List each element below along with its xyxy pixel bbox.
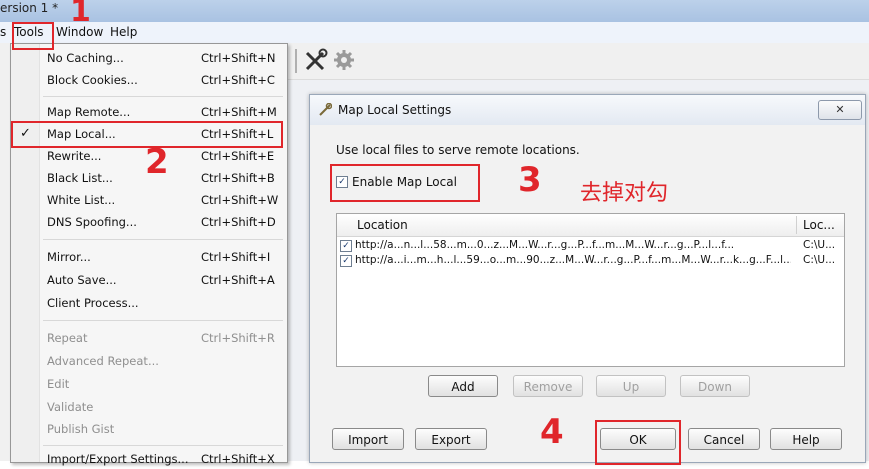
menu-item-label: Block Cookies... bbox=[47, 73, 138, 87]
remove-button[interactable]: Remove bbox=[513, 375, 583, 397]
menu-item-label: Publish Gist bbox=[47, 422, 115, 436]
help-button[interactable]: Help bbox=[770, 428, 842, 450]
table-header: Location Loc... bbox=[337, 214, 844, 237]
menu-separator bbox=[43, 239, 283, 240]
menu-item-label: Rewrite... bbox=[47, 149, 102, 163]
menu-item-label: No Caching... bbox=[47, 51, 124, 65]
window-title-bar: ersion 1 * bbox=[0, 0, 869, 22]
menu-item-auto-save[interactable]: Auto Save... Ctrl+Shift+A bbox=[11, 270, 287, 290]
toolbar bbox=[287, 43, 869, 80]
menu-item-label: Map Remote... bbox=[47, 105, 131, 119]
toolbar-separator bbox=[295, 49, 297, 73]
menu-item-mirror[interactable]: Mirror... Ctrl+Shift+I bbox=[11, 247, 287, 267]
annotation-note: 去掉对勾 bbox=[580, 181, 669, 206]
menu-item-shortcut: Ctrl+Shift+W bbox=[201, 193, 279, 207]
menu-item-block-cookies[interactable]: Block Cookies... Ctrl+Shift+C bbox=[11, 70, 287, 90]
menu-item-client-process[interactable]: Client Process... bbox=[11, 293, 287, 313]
import-button[interactable]: Import bbox=[332, 428, 404, 450]
cancel-button[interactable]: Cancel bbox=[688, 428, 760, 450]
menu-separator bbox=[43, 96, 283, 97]
menu-item-no-caching[interactable]: No Caching... Ctrl+Shift+N bbox=[11, 48, 287, 68]
highlight-ok-button bbox=[595, 420, 681, 465]
menu-item-publish-gist[interactable]: Publish Gist bbox=[11, 419, 287, 439]
menu-item-shortcut: Ctrl+Shift+C bbox=[201, 73, 275, 87]
menu-item-label: Edit bbox=[47, 377, 70, 391]
dialog-app-icon bbox=[318, 102, 333, 120]
row-location: http://a...n...l...58...m...0...z...M...… bbox=[355, 239, 735, 251]
menu-item-import-export-settings[interactable]: Import/Export Settings... Ctrl+Shift+X bbox=[11, 449, 287, 469]
menu-item-validate[interactable]: Validate bbox=[11, 397, 287, 417]
table-row[interactable]: ✓ http://a...i...m...h...l...59...o...m.… bbox=[337, 254, 844, 268]
tools-menu: No Caching... Ctrl+Shift+N Block Cookies.… bbox=[10, 43, 288, 466]
menu-item-shortcut: Ctrl+Shift+I bbox=[201, 250, 271, 264]
row-checkbox[interactable]: ✓ bbox=[340, 240, 352, 252]
menu-item-shortcut: Ctrl+Shift+D bbox=[201, 215, 276, 229]
menu-item-shortcut: Ctrl+Shift+R bbox=[201, 331, 275, 345]
add-button[interactable]: Add bbox=[428, 375, 498, 397]
down-button[interactable]: Down bbox=[680, 375, 750, 397]
highlight-enable-checkbox bbox=[330, 164, 480, 202]
menu-item-shortcut: Ctrl+Shift+N bbox=[201, 51, 276, 65]
menu-item-label: Import/Export Settings... bbox=[47, 452, 189, 466]
menu-item-label: Client Process... bbox=[47, 296, 139, 310]
menu-item-label: Validate bbox=[47, 400, 94, 414]
up-button[interactable]: Up bbox=[596, 375, 666, 397]
row-local-path: C:\U... bbox=[803, 239, 836, 251]
annotation-step-3: 3 bbox=[518, 160, 542, 200]
annotation-step-2: 2 bbox=[145, 142, 169, 182]
map-local-settings-dialog: Map Local Settings ✕ Use local files to … bbox=[309, 94, 866, 463]
menu-item-label: Auto Save... bbox=[47, 273, 117, 287]
menu-item-white-list[interactable]: White List... Ctrl+Shift+W bbox=[11, 190, 287, 210]
export-button[interactable]: Export bbox=[415, 428, 487, 450]
column-header-location[interactable]: Location bbox=[357, 218, 408, 232]
menu-item-shortcut: Ctrl+Shift+M bbox=[201, 105, 277, 119]
highlight-tools-menu bbox=[12, 22, 54, 50]
menu-item-map-remote[interactable]: Map Remote... Ctrl+Shift+M bbox=[11, 102, 287, 122]
menu-partial-item[interactable]: s bbox=[0, 25, 6, 39]
menu-item-edit[interactable]: Edit bbox=[11, 374, 287, 394]
close-icon: ✕ bbox=[835, 103, 845, 116]
gear-icon[interactable] bbox=[333, 49, 355, 74]
menu-item-label: Mirror... bbox=[47, 250, 91, 264]
menu-item-advanced-repeat[interactable]: Advanced Repeat... bbox=[11, 351, 287, 371]
menu-item-label: DNS Spoofing... bbox=[47, 215, 137, 229]
row-location: http://a...i...m...h...l...59...o...m...… bbox=[355, 254, 791, 266]
annotation-step-1: 1 bbox=[70, 0, 91, 29]
menu-item-label: White List... bbox=[47, 193, 116, 207]
tools-icon[interactable] bbox=[303, 47, 329, 76]
menu-item-shortcut: Ctrl+Shift+X bbox=[201, 452, 275, 466]
dialog-close-button[interactable]: ✕ bbox=[818, 100, 862, 120]
menu-bar: s Tools Window Help bbox=[0, 22, 869, 44]
annotation-step-4: 4 bbox=[540, 412, 564, 452]
dialog-title: Map Local Settings bbox=[338, 103, 452, 117]
menu-item-shortcut: Ctrl+Shift+A bbox=[201, 273, 275, 287]
menu-item-repeat[interactable]: Repeat Ctrl+Shift+R bbox=[11, 328, 287, 348]
main-window-left-edge bbox=[0, 43, 10, 461]
table-row[interactable]: ✓ http://a...n...l...58...m...0...z...M.… bbox=[337, 239, 844, 253]
dialog-title-bar: Map Local Settings ✕ bbox=[310, 95, 865, 125]
menu-separator bbox=[43, 445, 283, 446]
menu-help[interactable]: Help bbox=[110, 25, 137, 39]
column-divider[interactable] bbox=[796, 216, 797, 234]
menu-item-dns-spoofing[interactable]: DNS Spoofing... Ctrl+Shift+D bbox=[11, 212, 287, 232]
mappings-table: Location Loc... ✓ http://a...n...l...58.… bbox=[336, 213, 845, 367]
row-local-path: C:\U... bbox=[803, 254, 836, 266]
dialog-description: Use local files to serve remote location… bbox=[336, 143, 580, 157]
menu-item-label: Black List... bbox=[47, 171, 113, 185]
column-header-local[interactable]: Loc... bbox=[803, 218, 835, 232]
row-checkbox[interactable]: ✓ bbox=[340, 255, 352, 267]
menu-item-label: Advanced Repeat... bbox=[47, 354, 159, 368]
menu-item-shortcut: Ctrl+Shift+E bbox=[201, 149, 275, 163]
menu-separator bbox=[43, 320, 283, 321]
menu-item-shortcut: Ctrl+Shift+B bbox=[201, 171, 275, 185]
window-title: ersion 1 * bbox=[0, 1, 59, 15]
menu-item-label: Repeat bbox=[47, 331, 88, 345]
